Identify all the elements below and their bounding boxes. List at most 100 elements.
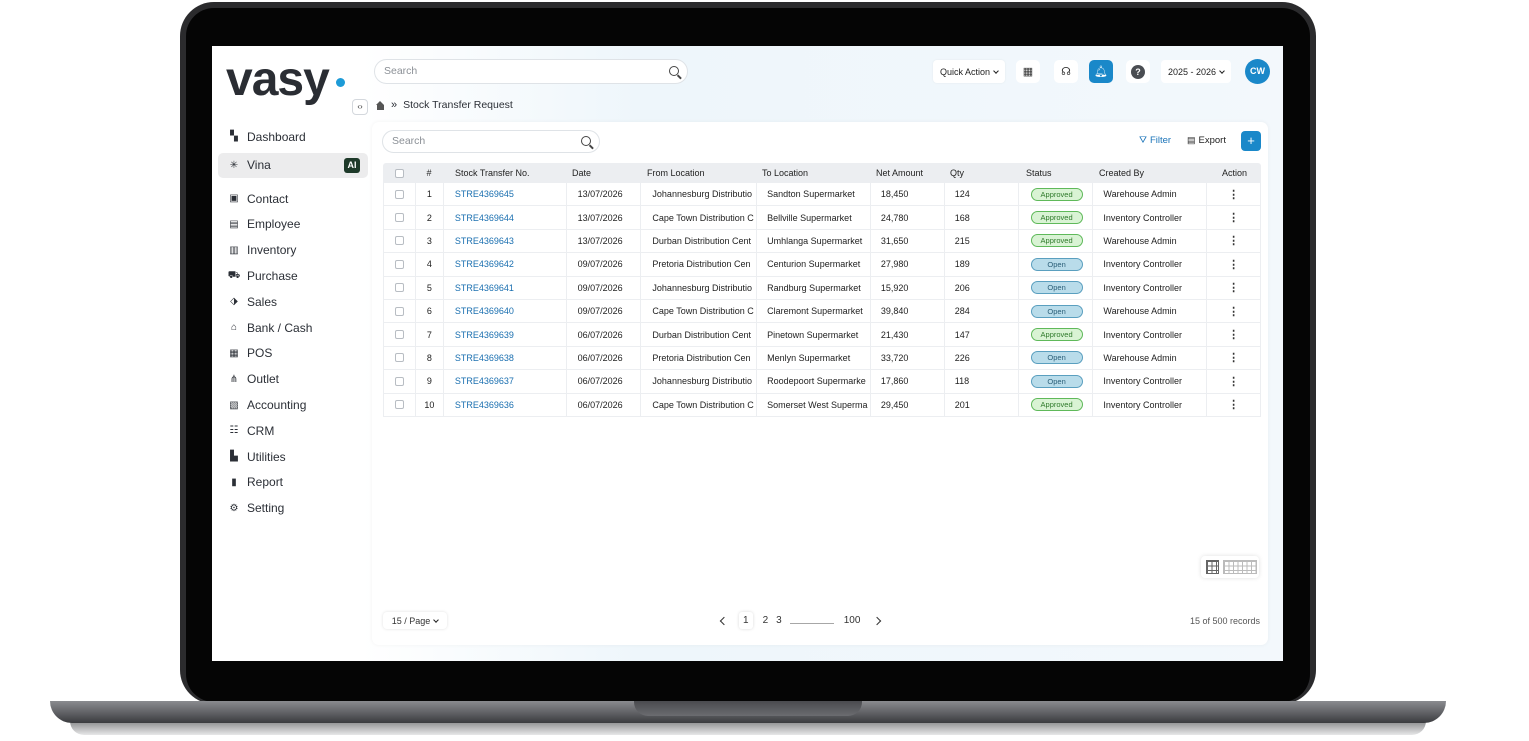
sidebar-collapse-button[interactable]: ‹› [352, 99, 368, 115]
sidebar-item-vina[interactable]: ✳ Vina AI [218, 152, 368, 178]
transfer-number-link-cell: STRE4369644 [444, 206, 567, 229]
bell-icon[interactable]: 🔔︎ [1089, 60, 1113, 83]
table-row[interactable]: 8 STRE4369638 06/07/2026 Pretoria Distribut… [383, 346, 1261, 371]
row-checkbox[interactable] [394, 236, 404, 246]
transfer-date-cell: 09/07/2026 [567, 253, 642, 276]
row-index: 3 [426, 235, 432, 246]
sidebar-item-setting[interactable]: ⚙ Setting [218, 495, 368, 521]
select-all-checkbox[interactable] [394, 168, 404, 178]
header-created-by[interactable]: Created By [1094, 163, 1208, 183]
table-row[interactable]: 10 STRE4369636 06/07/2026 Cape Town Distrib… [383, 393, 1261, 417]
transfer-number-link[interactable]: STRE4369644 [455, 213, 514, 223]
row-checkbox[interactable] [394, 376, 404, 386]
help-button[interactable]: ? [1126, 60, 1150, 83]
sidebar-item-bank-cash[interactable]: ⌂ Bank / Cash [218, 315, 368, 341]
quick-action-dropdown[interactable]: Quick Action [933, 60, 1005, 83]
per-page-select[interactable]: 15 / Page [383, 612, 447, 629]
sidebar-item-crm[interactable]: ☷ CRM [218, 418, 368, 444]
table-row[interactable]: 2 STRE4369644 13/07/2026 Cape Town Distribu… [383, 206, 1261, 230]
top-search[interactable] [374, 59, 688, 84]
table-search-input[interactable] [392, 135, 572, 147]
user-avatar[interactable]: CW [1245, 59, 1270, 84]
headset-icon[interactable]: ☊ [1054, 60, 1078, 83]
top-search-input[interactable] [384, 65, 654, 77]
filter-icon: ⛛ [1139, 135, 1147, 146]
transfer-number-link[interactable]: STRE4369639 [455, 330, 514, 340]
more-vertical-icon[interactable]: ⋮ [1228, 258, 1239, 271]
sidebar-item-employee[interactable]: ▤ Employee [218, 212, 368, 238]
sidebar-item-pos[interactable]: ▦ POS [218, 341, 368, 367]
header-qty[interactable]: Qty [945, 163, 1019, 183]
transfer-number-link[interactable]: STRE4369641 [455, 283, 514, 293]
header-from-location[interactable]: From Location [641, 163, 757, 183]
search-icon[interactable] [669, 66, 679, 76]
sidebar-item-purchase[interactable]: ⛟ Purchase [218, 263, 368, 289]
table-row[interactable]: 9 STRE4369637 06/07/2026 Johannesburg Distr… [383, 370, 1261, 394]
table-search[interactable] [382, 130, 600, 153]
table-row[interactable]: 5 STRE4369641 09/07/2026 Johannesburg Distr… [383, 276, 1261, 300]
view-toggle[interactable] [1201, 556, 1259, 578]
transfer-number-link[interactable]: STRE4369642 [455, 259, 514, 269]
sidebar-item-inventory[interactable]: ▥ Inventory [218, 237, 368, 263]
filter-button[interactable]: ⛛ Filter [1139, 135, 1171, 146]
sidebar-item-utilities[interactable]: ▙ Utilities [218, 444, 368, 470]
row-checkbox[interactable] [394, 259, 404, 269]
table-row[interactable]: 1 STRE4369645 13/07/2026 Johannesburg Distr… [383, 183, 1261, 207]
header-date[interactable]: Date [566, 163, 641, 183]
more-vertical-icon[interactable]: ⋮ [1228, 351, 1239, 364]
sidebar-item-sales[interactable]: ⬗ Sales [218, 289, 368, 315]
home-icon[interactable] [376, 100, 385, 110]
row-checkbox[interactable] [394, 189, 404, 199]
more-vertical-icon[interactable]: ⋮ [1228, 305, 1239, 318]
financial-year-dropdown[interactable]: 2025 - 2026 [1161, 60, 1231, 83]
row-checkbox[interactable] [394, 213, 404, 223]
table-row[interactable]: 7 STRE4369639 06/07/2026 Durban Distributio… [383, 323, 1261, 347]
row-checkbox[interactable] [394, 283, 404, 293]
row-checkbox[interactable] [394, 306, 404, 316]
page-1[interactable]: 1 [739, 612, 753, 629]
more-vertical-icon[interactable]: ⋮ [1228, 211, 1239, 224]
page-3[interactable]: 3 [772, 615, 786, 626]
table-view-icon[interactable] [1206, 560, 1219, 574]
table-row[interactable]: 3 STRE4369643 13/07/2026 Durban Distributio… [383, 229, 1261, 254]
sidebar-item-report[interactable]: ▮ Report [218, 470, 368, 496]
header-to-location[interactable]: To Location [757, 163, 871, 183]
bank-icon: ⌂ [230, 322, 238, 334]
more-vertical-icon[interactable]: ⋮ [1228, 188, 1239, 201]
add-button[interactable]: + [1241, 131, 1261, 151]
transfer-number-link[interactable]: STRE4369636 [455, 400, 514, 410]
sidebar-item-outlet[interactable]: ⋔ Outlet [218, 366, 368, 392]
table-row[interactable]: 6 STRE4369640 09/07/2026 Cape Town Distribu… [383, 299, 1261, 324]
sidebar-item-contact[interactable]: ▣ Contact [218, 186, 368, 212]
header-net-amount[interactable]: Net Amount [871, 163, 945, 183]
row-checkbox[interactable] [394, 330, 404, 340]
row-checkbox[interactable] [394, 400, 404, 410]
transfer-number-link[interactable]: STRE4369638 [455, 353, 514, 363]
transfer-number-link[interactable]: STRE4369640 [455, 306, 514, 316]
grid-view-icon[interactable] [1223, 560, 1257, 574]
more-vertical-icon[interactable]: ⋮ [1228, 328, 1239, 341]
calculator-icon[interactable]: ▦ [1016, 60, 1040, 83]
more-vertical-icon[interactable]: ⋮ [1228, 234, 1239, 247]
prev-page-icon[interactable] [719, 616, 729, 625]
sidebar-item-accounting[interactable]: ▧ Accounting [218, 392, 368, 418]
export-button[interactable]: ▤ Export [1187, 135, 1226, 146]
more-vertical-icon[interactable]: ⋮ [1228, 281, 1239, 294]
more-vertical-icon[interactable]: ⋮ [1228, 375, 1239, 388]
sidebar-item-label: Inventory [247, 243, 297, 258]
transfer-number-link[interactable]: STRE4369637 [455, 376, 514, 386]
header-status[interactable]: Status [1019, 163, 1094, 183]
transfer-number-link[interactable]: STRE4369643 [455, 236, 514, 246]
next-page-icon[interactable] [873, 616, 882, 625]
page-last[interactable]: 100 [840, 615, 865, 626]
more-vertical-icon[interactable]: ⋮ [1228, 398, 1239, 411]
header-transfer-no[interactable]: Stock Transfer No. [443, 163, 566, 183]
search-icon[interactable] [581, 136, 591, 146]
row-checkbox[interactable] [394, 353, 404, 363]
to-location-cell: Umhlanga Supermarket [757, 229, 871, 253]
table-row[interactable]: 4 STRE4369642 09/07/2026 Pretoria Distribut… [383, 253, 1261, 277]
sidebar-item-dashboard[interactable]: ▚ Dashboard [218, 124, 368, 150]
transfer-number-link[interactable]: STRE4369645 [455, 189, 514, 199]
page-2[interactable]: 2 [759, 615, 773, 626]
vasy-logo[interactable]: vasy [226, 52, 330, 107]
